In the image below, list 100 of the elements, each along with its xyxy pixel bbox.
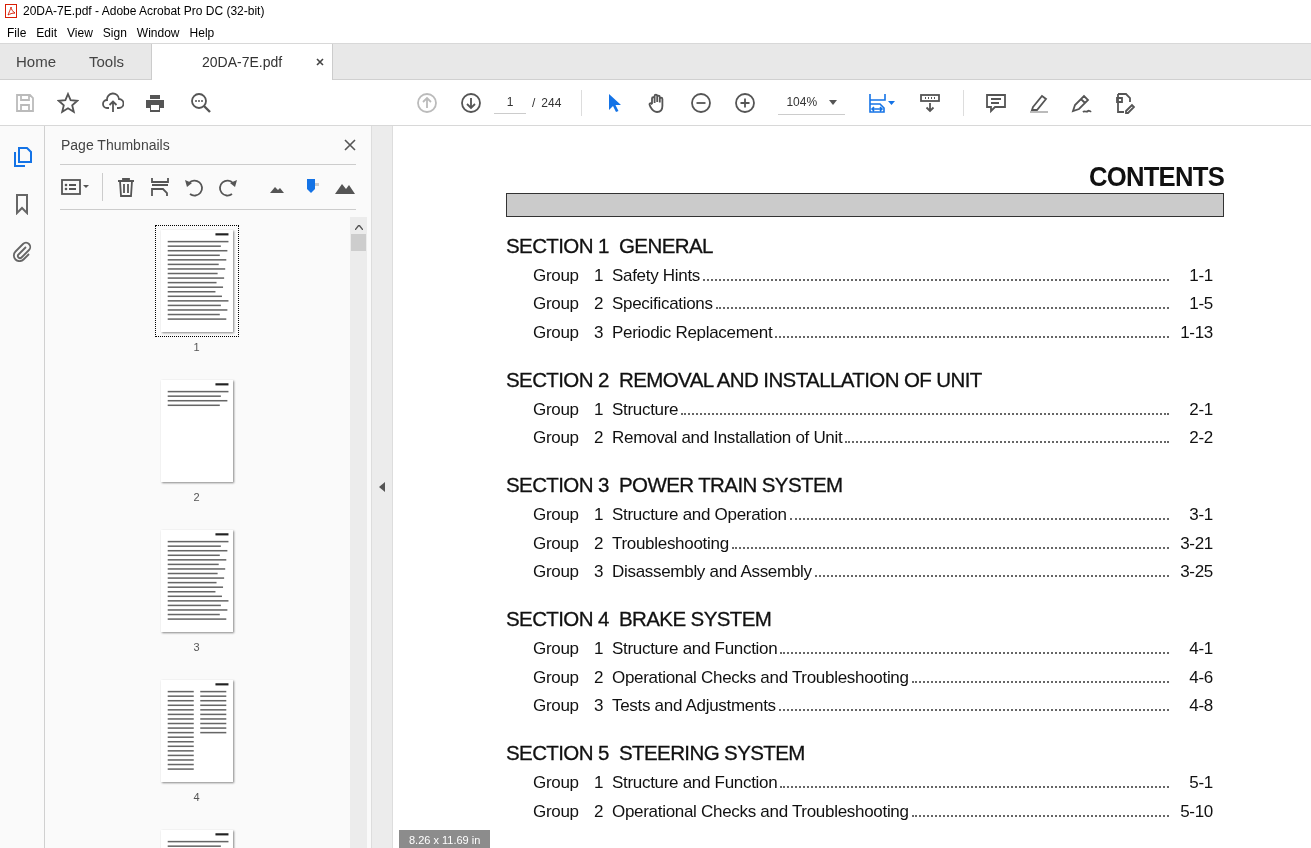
caret-icon [829, 99, 838, 105]
page-reference: 5-1 [1188, 773, 1213, 794]
page-reference: 3-25 [1179, 562, 1213, 583]
group-number: 2 [594, 533, 605, 554]
group-label: Group [533, 667, 580, 688]
group-title: Disassembly and Assembly [612, 562, 812, 583]
read-mode-icon[interactable] [919, 91, 942, 114]
group-title: Removal and Installation of Unit [612, 428, 843, 449]
group-title: Operational Checks and Troubleshooting [612, 801, 909, 822]
menu-item[interactable]: Help [184, 25, 220, 40]
page-number-label: 3 [193, 641, 200, 653]
group-label: Group [533, 695, 580, 716]
page-reference: 3-21 [1179, 533, 1213, 554]
page-number-label: 1 [193, 341, 200, 353]
group-label: Group [533, 801, 580, 822]
group-label: Group [533, 399, 580, 420]
page-reference: 1-5 [1188, 294, 1213, 315]
panel-title: Page Thumbnails [61, 137, 170, 153]
search-icon[interactable] [190, 91, 212, 114]
group-number: 2 [594, 294, 605, 315]
pdf-app-icon [5, 4, 17, 18]
group-label: Group [533, 428, 580, 449]
page-reference: 3-1 [1188, 505, 1213, 526]
comment-icon[interactable] [985, 91, 1008, 114]
group-number: 3 [594, 562, 605, 583]
group-number: 2 [594, 667, 605, 688]
section-title: SECTION 3 POWER TRAIN SYSTEM [506, 473, 844, 498]
group-title: Structure [612, 399, 679, 420]
group-number: 2 [594, 801, 605, 822]
group-label: Group [533, 505, 580, 526]
page-separator: / [532, 95, 536, 110]
page-size-label: 8.26 x 11.69 in [399, 830, 491, 848]
group-number: 1 [594, 639, 605, 660]
menu-item[interactable]: Sign [97, 25, 132, 40]
group-label: Group [533, 266, 580, 286]
tab[interactable]: Home [0, 44, 71, 79]
page-reference: 4-8 [1188, 695, 1213, 716]
group-title: Structure and Operation [612, 505, 787, 526]
section-title: SECTION 2 REMOVAL AND INSTALLATION OF UNIT [506, 367, 983, 392]
group-label: Group [533, 639, 580, 660]
upload-cloud-icon[interactable] [102, 91, 124, 114]
group-number: 1 [594, 505, 605, 526]
section-title: SECTION 5 STEERING SYSTEM [506, 741, 806, 766]
edit-document-icon[interactable] [1113, 91, 1136, 114]
group-title: Tests and Adjustments [612, 695, 776, 716]
group-title: Safety Hints [612, 266, 701, 286]
group-label: Group [533, 533, 580, 554]
menu-item[interactable]: File [2, 25, 32, 40]
section-title: SECTION 4 BRAKE SYSTEM [506, 607, 773, 632]
group-number: 2 [594, 428, 605, 449]
group-number: 3 [594, 695, 605, 716]
group-number: 1 [594, 399, 605, 420]
group-number: 1 [594, 773, 605, 794]
scrollbar[interactable] [350, 217, 367, 848]
zoom-out-icon[interactable] [690, 91, 713, 114]
window-title: 20DA-7E.pdf - Adobe Acrobat Pro DC (32-bit) [23, 4, 265, 18]
group-number: 1 [594, 266, 605, 286]
group-title: Structure and Function [612, 773, 778, 794]
group-title: Periodic Replacement [612, 322, 773, 343]
fit-page-icon[interactable] [867, 91, 898, 114]
page-number-label: 2 [193, 491, 200, 503]
tab[interactable]: 20DA-7E.pdf [151, 44, 334, 80]
group-title: Operational Checks and Troubleshooting [612, 667, 909, 688]
group-label: Group [533, 773, 580, 794]
zoom-in-icon[interactable] [734, 91, 757, 114]
collapse-arrow-icon[interactable] [379, 482, 385, 492]
options-list-icon[interactable] [60, 176, 90, 198]
group-label: Group [533, 294, 580, 315]
scroll-up-icon[interactable] [354, 225, 363, 230]
group-number: 3 [594, 322, 605, 343]
page-reference: 4-1 [1188, 639, 1213, 660]
menu-item[interactable]: Edit [31, 25, 63, 40]
close-icon[interactable] [316, 58, 325, 66]
page-thumbnail[interactable] [154, 225, 239, 337]
page-reference: 2-1 [1188, 399, 1213, 420]
page-reference: 1-13 [1179, 322, 1213, 343]
section-title: SECTION 1 GENERAL [506, 234, 714, 258]
paperclip-icon[interactable] [11, 240, 33, 262]
trash-icon[interactable] [115, 176, 137, 198]
zoom-dropdown[interactable]: 104% [778, 90, 846, 115]
page-reference: 1-1 [1188, 266, 1213, 286]
group-label: Group [533, 562, 580, 583]
contents-heading: CONTENTS [1088, 162, 1224, 192]
page-number-label: 4 [193, 791, 200, 803]
insert-page-icon[interactable] [149, 176, 171, 198]
close-icon[interactable] [344, 139, 356, 151]
menu-item[interactable]: Window [131, 25, 185, 40]
tab[interactable]: Tools [71, 44, 140, 79]
page-reference: 5-10 [1179, 801, 1213, 822]
scrollbar-thumb[interactable] [351, 234, 366, 251]
page-reference: 2-2 [1188, 428, 1213, 449]
menu-item[interactable]: View [62, 25, 98, 40]
star-icon[interactable] [57, 91, 79, 114]
group-title: Structure and Function [612, 639, 778, 660]
group-title: Specifications [612, 294, 713, 315]
page-reference: 4-6 [1188, 667, 1213, 688]
group-title: Troubleshooting [612, 533, 729, 554]
group-label: Group [533, 322, 580, 343]
page-thumbnails-icon[interactable] [11, 146, 33, 168]
page-count: 244 [541, 95, 562, 110]
